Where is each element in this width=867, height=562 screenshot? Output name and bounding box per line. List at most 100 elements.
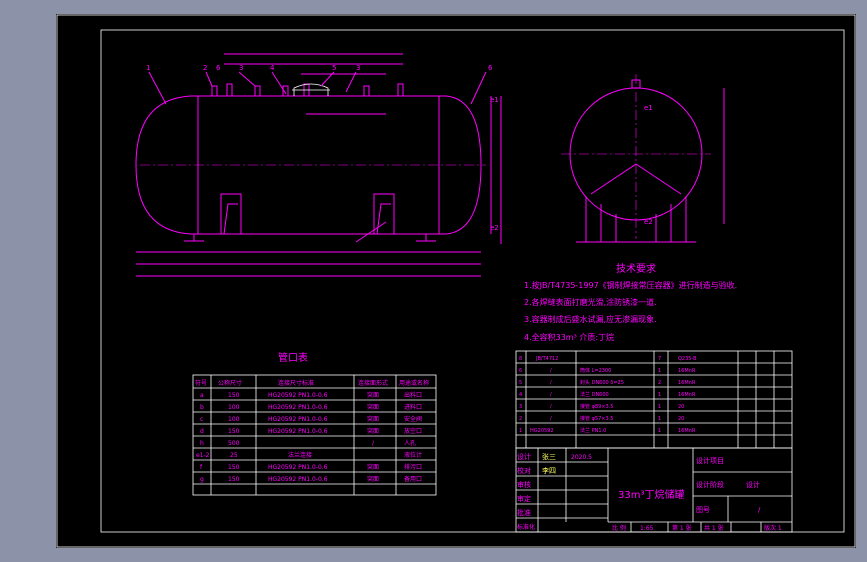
tb-design-project-label: 设计项目 [696,456,724,465]
part-r5-c4: 1 [658,416,661,422]
nozzle-r2-c0: c [200,416,203,423]
drawing-canvas: 1 2 6 3 4 5 3 6 e1 e2 e1 e2 技术要求 1.按JB/T… [56,14,856,548]
part-r2-c0: 5 [519,380,522,386]
part-r5-c0: 2 [519,416,522,422]
tb-sheets: 共 1 张 [704,524,724,532]
nozzle-r1-c0: b [200,404,204,411]
nozzle-r5-c1: 25 [230,452,238,459]
leader-6b: 6 [488,64,493,72]
nozzle-r3-c0: d [200,428,204,435]
tb-drawing-no: / [758,506,761,514]
nozzle-r4-c1: 500 [228,440,240,447]
mark-e1: e1 [490,96,499,104]
nozzle-r3-c4: 放空口 [404,427,422,435]
nozzle-r5-c4: 液位计 [404,451,422,459]
nozzle-r1-c3: 突面 [367,403,379,411]
nozzle-r5-c2: 法兰连接 [288,451,312,459]
part-r3-c1: / [550,392,552,398]
nozzle-table-title: 管口表 [278,351,308,364]
nozzle-r6-c4: 排污口 [404,463,422,471]
part-r6-c5: 16MnR [678,428,696,434]
part-r3-c2: 法兰 DN600 [580,391,609,398]
part-r3-c0: 4 [519,392,522,398]
nozzle-r0-c1: 150 [228,392,240,399]
nozzle-r6-c1: 150 [228,464,240,471]
leader-1: 1 [146,64,150,72]
nozzle-r7-c0: g [200,476,204,483]
tb-label-design: 设计 [517,452,531,461]
part-r5-c2: 接管 φ57×3.5 [580,415,613,422]
part-r2-c4: 2 [658,380,661,386]
part-r1-c2: 筒体 L=2300 [580,367,611,374]
part-r5-c1: / [550,416,552,422]
nozzle-r1-c1: 100 [228,404,240,411]
cad-drawing: 1 2 6 3 4 5 3 6 e1 e2 e1 e2 技术要求 1.按JB/T… [56,14,856,548]
tech-line-3: 3.容器制成后盛水试漏,应无渗漏现象. [524,314,657,324]
mark-e2: e2 [490,224,499,232]
nozzle-table: 管口表 符号 公称尺寸 连接尺寸标准 连接面形式 用途或名称 a 150 HG2… [192,351,437,496]
part-r4-c0: 3 [519,404,522,410]
nozzle-r4-c0: h [200,440,204,447]
side-view: e1 e2 [561,74,725,243]
part-r1-c4: 1 [658,368,661,374]
part-r4-c5: 20 [678,404,684,410]
tb-date: 2020.5 [571,454,592,461]
nozzle-h-standard: 连接尺寸标准 [278,379,314,387]
nozzle-r2-c1: 100 [228,416,240,423]
leader-3: 3 [239,64,243,72]
nozzle-r3-c1: 150 [228,428,240,435]
tb-label-approve: 审定 [517,494,531,503]
parts-table: 8 JB/T4712 7 Q235-B 6 / 筒体 L=2300 1 16Mn… [515,350,793,449]
nozzle-r6-c2: HG20592 PN1.0-0.6 [268,464,328,471]
nozzle-r7-c2: HG20592 PN1.0-0.6 [268,476,328,483]
leader-4: 4 [270,64,275,72]
part-r6-c0: 1 [519,428,522,434]
front-view: 1 2 6 3 4 5 3 6 e1 e2 [135,53,502,277]
part-r6-c2: 法兰 PN1.0 [580,427,606,434]
tb-scale: 1:65 [640,525,654,532]
tb-label-check: 校对 [517,466,531,475]
part-r6-c4: 1 [658,428,661,434]
tech-title: 技术要求 [616,262,656,275]
part-r4-c4: 1 [658,404,661,410]
tb-design-stage-label: 设计阶段 [696,480,724,489]
tb-version: 版次 1 [764,524,782,532]
tb-drawing-no-label: 图号 [696,506,710,514]
tb-label-review: 审核 [517,480,531,489]
side-mark-e1: e1 [644,104,653,112]
leader-5: 5 [332,64,336,72]
nozzle-r7-c3: 突面 [367,475,379,483]
nozzle-r0-c3: 突面 [367,391,379,399]
tb-name-2: 李四 [542,466,556,475]
nozzle-h-face: 连接面形式 [358,379,388,387]
part-r4-c1: / [550,404,552,410]
part-r0-c4: 7 [658,356,661,362]
nozzle-r4-c4: 人孔 [404,439,416,447]
nozzle-r3-c2: HG20592 PN1.0-0.6 [268,428,328,435]
nozzle-h-size: 公称尺寸 [218,379,242,387]
nozzle-r6-c3: 突面 [367,463,379,471]
part-r2-c1: / [550,380,552,386]
side-mark-e2: e2 [644,218,653,226]
part-r5-c5: 20 [678,416,684,422]
part-r4-c2: 接管 φ89×3.5 [580,403,613,410]
nozzle-r3-c3: 突面 [367,427,379,435]
tb-design-stage: 设计 [746,480,760,489]
tech-line-1: 1.按JB/T4735-1997《钢制焊接常压容器》进行制造与验收. [524,280,737,290]
leader-2: 2 [203,64,207,72]
part-r0-c0: 8 [519,356,522,362]
part-r1-c0: 6 [519,368,522,374]
tb-scale-label: 比 例 [612,524,626,532]
tb-sheet: 第 1 张 [672,524,692,532]
part-r0-c5: Q235-B [678,356,697,362]
tech-requirements: 技术要求 1.按JB/T4735-1997《钢制焊接常压容器》进行制造与验收. … [524,262,737,342]
leader-3b: 3 [356,64,360,72]
leader-6: 6 [216,64,221,72]
part-r3-c5: 16MnR [678,392,696,398]
part-r2-c2: 封头 DN600 δ=25 [580,379,624,386]
tb-name-1: 张三 [542,452,556,461]
nozzle-r1-c4: 进料口 [404,403,422,411]
nozzle-r2-c4: 安全阀 [404,415,422,423]
nozzle-r2-c2: HG20592 PN1.0-0.6 [268,416,328,423]
nozzle-r7-c1: 150 [228,476,240,483]
